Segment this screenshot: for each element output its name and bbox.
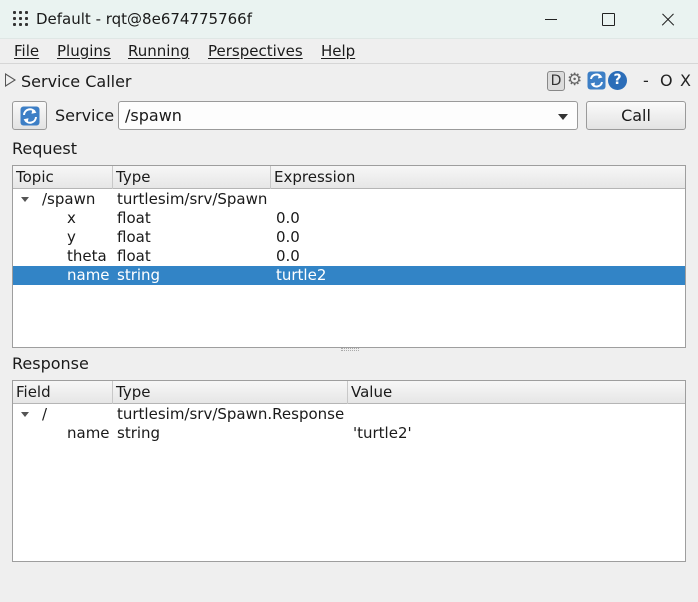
maximize-window-button[interactable] [580, 0, 636, 39]
menu-file[interactable]: File [14, 42, 39, 60]
request-label: Request [12, 139, 77, 158]
row-type: string [117, 424, 161, 442]
menu-running[interactable]: Running [128, 42, 189, 60]
plugin-title-bar: Service Caller D ⚙ ? - O X [0, 65, 698, 97]
help-icon[interactable]: ? [608, 71, 627, 90]
refresh-icon [20, 106, 40, 126]
response-label: Response [12, 354, 89, 373]
request-tree-header: Topic Type Expression [13, 166, 685, 189]
tree-row[interactable]: /spawn turtlesim/srv/Spawn [13, 190, 685, 209]
window-title: Default - rqt@8e674775766f [36, 10, 253, 28]
plugin-title: Service Caller [21, 72, 132, 91]
row-type: float [117, 209, 151, 227]
service-select-value: /spawn [125, 106, 182, 125]
request-tree[interactable]: Topic Type Expression /spawn turtlesim/s… [12, 165, 686, 348]
tree-row-selected[interactable]: name string turtle2 [13, 266, 685, 285]
splitter-handle[interactable] [341, 348, 359, 351]
column-header-field[interactable]: Field [13, 381, 113, 404]
column-header-type[interactable]: Type [113, 381, 348, 404]
expand-arrow-icon[interactable] [21, 412, 29, 417]
row-type: turtlesim/srv/Spawn [117, 190, 268, 208]
row-topic: name [67, 266, 110, 284]
tree-row[interactable]: name string 'turtle2' [13, 424, 685, 443]
expand-arrow-icon[interactable] [21, 197, 29, 202]
window-titlebar: Default - rqt@8e674775766f [0, 0, 698, 39]
tree-row[interactable]: x float 0.0 [13, 209, 685, 228]
menu-plugins[interactable]: Plugins [57, 42, 111, 60]
row-topic: theta [67, 247, 107, 265]
row-expression[interactable]: 0.0 [276, 247, 300, 266]
row-type: turtlesim/srv/Spawn.Response [117, 405, 345, 423]
collapse-triangle-icon[interactable] [5, 73, 16, 87]
menu-bar: File Plugins Running Perspectives Help [0, 39, 698, 64]
row-type: float [117, 247, 151, 265]
service-select[interactable]: /spawn [118, 101, 578, 130]
refresh-services-button[interactable] [12, 101, 47, 130]
row-type: float [117, 228, 151, 246]
row-topic: x [67, 209, 76, 227]
reload-plugin-icon[interactable] [587, 71, 606, 90]
response-tree[interactable]: Field Type Value / turtlesim/srv/Spawn.R… [12, 380, 686, 562]
call-button[interactable]: Call [586, 101, 686, 130]
tree-row[interactable]: / turtlesim/srv/Spawn.Response [13, 405, 685, 424]
row-expression[interactable]: turtle2 [276, 266, 326, 285]
gear-icon[interactable]: ⚙ [567, 71, 585, 89]
column-header-topic[interactable]: Topic [13, 166, 113, 189]
plugin-minimize-button[interactable]: - [643, 71, 649, 90]
menu-help[interactable]: Help [321, 42, 355, 60]
column-header-value[interactable]: Value [348, 381, 685, 404]
menu-perspectives[interactable]: Perspectives [208, 42, 303, 60]
chevron-down-icon [558, 114, 568, 120]
response-tree-header: Field Type Value [13, 381, 685, 404]
row-value: 'turtle2' [353, 424, 412, 442]
service-label: Service [55, 106, 115, 125]
row-expression[interactable]: 0.0 [276, 228, 300, 247]
row-type: string [117, 266, 161, 284]
row-field: name [67, 424, 110, 442]
close-window-button[interactable] [639, 0, 695, 39]
plugin-float-button[interactable]: O [660, 71, 673, 90]
tree-row[interactable]: theta float 0.0 [13, 247, 685, 266]
dock-toggle-button[interactable]: D [547, 71, 565, 91]
tree-row[interactable]: y float 0.0 [13, 228, 685, 247]
plugin-close-button[interactable]: X [680, 71, 691, 90]
row-field: / [42, 405, 48, 423]
column-header-type[interactable]: Type [113, 166, 271, 189]
minimize-window-button[interactable] [523, 0, 579, 39]
row-topic: /spawn [42, 190, 96, 208]
column-header-expression[interactable]: Expression [271, 166, 685, 189]
row-expression[interactable]: 0.0 [276, 209, 300, 228]
row-topic: y [67, 228, 76, 246]
app-grid-icon [13, 11, 29, 27]
